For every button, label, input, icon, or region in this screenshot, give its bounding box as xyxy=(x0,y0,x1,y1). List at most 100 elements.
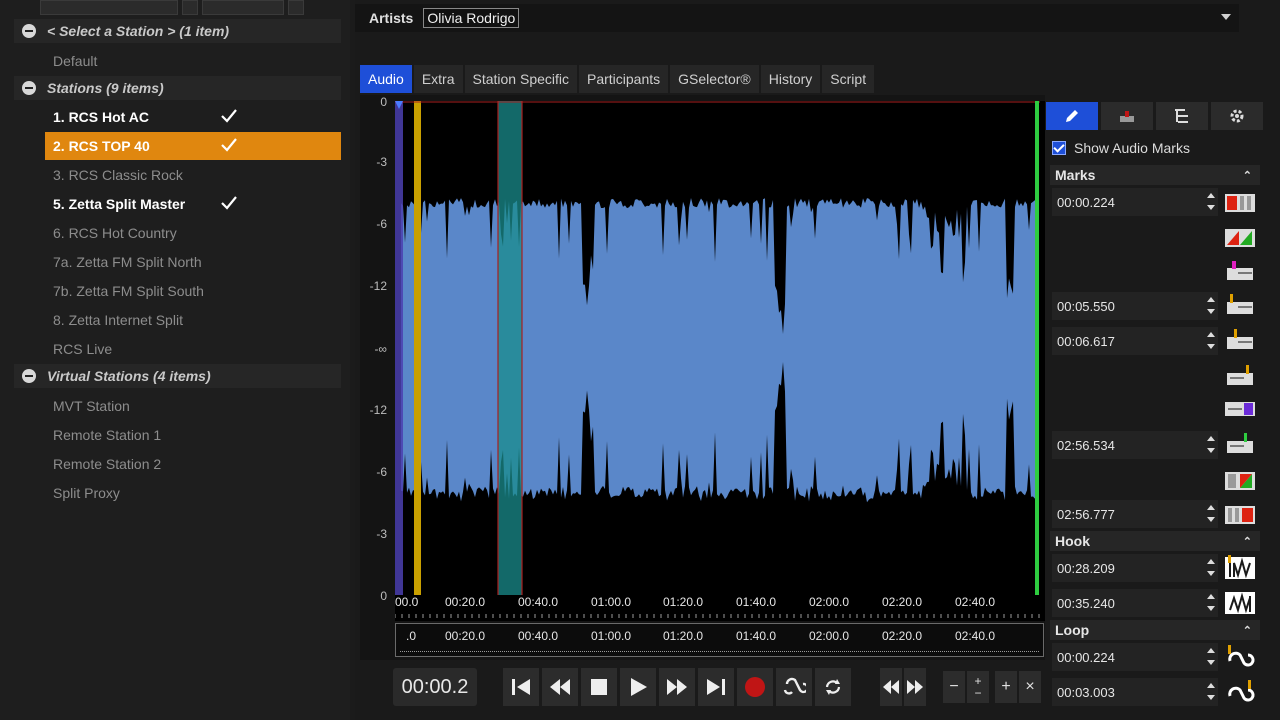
play-button[interactable] xyxy=(620,668,656,706)
artists-field[interactable]: Olivia Rodrigo xyxy=(423,8,520,28)
tab-settings[interactable] xyxy=(1211,102,1263,130)
virtual-station-item[interactable]: Remote Station 2 xyxy=(45,450,341,478)
collapse-up-icon[interactable]: ⌃ xyxy=(1243,535,1252,548)
tab-edit[interactable] xyxy=(1046,102,1098,130)
mark-talk-icon[interactable] xyxy=(1224,294,1256,316)
hook-time-field[interactable]: 00:28.209 xyxy=(1052,554,1218,582)
loop-time-field[interactable]: 00:00.224 xyxy=(1052,643,1218,671)
zoom-in-button[interactable]: + xyxy=(995,671,1017,703)
loop-start-icon[interactable] xyxy=(1224,645,1256,671)
zoom-step-button[interactable]: + − xyxy=(967,671,989,703)
rewind-button[interactable] xyxy=(542,668,578,706)
station-item[interactable]: 6. RCS Hot Country xyxy=(45,219,341,247)
spinner-icon[interactable] xyxy=(1206,557,1216,579)
filter-dropdown-1[interactable] xyxy=(40,0,178,15)
show-audio-marks-toggle[interactable]: Show Audio Marks xyxy=(1052,140,1190,156)
station-item[interactable]: 1. RCS Hot AC xyxy=(45,103,341,131)
end-marker[interactable] xyxy=(1035,101,1039,595)
hook-end-icon[interactable] xyxy=(1224,590,1256,616)
hook-start-icon[interactable] xyxy=(1224,555,1256,581)
mark-end-segue-icon[interactable] xyxy=(1224,470,1256,492)
virtual-station-item[interactable]: Remote Station 1 xyxy=(45,421,341,449)
refresh-button[interactable] xyxy=(815,668,851,706)
station-item-selected[interactable]: 2. RCS TOP 40 xyxy=(45,132,341,160)
station-item[interactable]: 3. RCS Classic Rock xyxy=(45,161,341,189)
group-select-station[interactable]: < Select a Station > (1 item) xyxy=(14,19,341,43)
loop-section-header[interactable]: Loop ⌃ xyxy=(1050,620,1260,640)
tab-extra[interactable]: Extra xyxy=(413,65,463,93)
record-button[interactable] xyxy=(737,668,773,706)
tab-station-specific[interactable]: Station Specific xyxy=(464,65,577,93)
spinner-icon[interactable] xyxy=(1206,434,1216,456)
spinner-icon[interactable] xyxy=(1206,681,1216,703)
collapse-up-icon[interactable]: ⌃ xyxy=(1243,624,1252,637)
mark-end-icon[interactable] xyxy=(1224,504,1256,526)
checkbox[interactable] xyxy=(1052,141,1066,155)
station-item[interactable]: 8. Zetta Internet Split xyxy=(45,306,341,334)
clear-button[interactable]: × xyxy=(1019,671,1041,703)
virtual-station-item[interactable]: Split Proxy xyxy=(45,479,341,507)
spinner-icon[interactable] xyxy=(1206,592,1216,614)
loop-time-field[interactable]: 00:03.003 xyxy=(1052,678,1218,706)
waveform-canvas[interactable] xyxy=(395,101,1045,621)
stop-button[interactable] xyxy=(581,668,617,706)
spinner-icon[interactable] xyxy=(1206,295,1216,317)
spinner-icon[interactable] xyxy=(1206,330,1216,352)
skip-to-end-button[interactable] xyxy=(698,668,734,706)
filter-pin-icon-2[interactable] xyxy=(288,0,304,15)
check-icon xyxy=(221,109,237,123)
tab-tree[interactable] xyxy=(1156,102,1208,130)
virtual-station-item[interactable]: MVT Station xyxy=(45,392,341,420)
mark-time-field[interactable]: 00:05.550 xyxy=(1052,292,1218,320)
mark-time-field[interactable]: 00:06.617 xyxy=(1052,327,1218,355)
tab-gselector[interactable]: GSelector® xyxy=(670,65,759,93)
skip-to-start-button[interactable] xyxy=(503,668,539,706)
shuttle-back-button[interactable] xyxy=(880,668,902,706)
mark-time-field[interactable]: 02:56.777 xyxy=(1052,500,1218,528)
tab-participants[interactable]: Participants xyxy=(579,65,669,93)
mark-intro-icon[interactable] xyxy=(1224,260,1256,282)
chevron-down-icon[interactable] xyxy=(1221,14,1231,20)
fast-forward-button[interactable] xyxy=(659,668,695,706)
mark-segue-icon[interactable] xyxy=(1224,227,1256,249)
tab-script[interactable]: Script xyxy=(822,65,875,93)
tab-record-marks[interactable] xyxy=(1101,102,1153,130)
mark-next-icon[interactable] xyxy=(1224,433,1256,455)
mark-time-field[interactable]: 02:56.534 xyxy=(1052,431,1218,459)
loop-button[interactable] xyxy=(776,668,812,706)
spinner-icon[interactable] xyxy=(1206,191,1216,213)
filter-pin-icon[interactable] xyxy=(182,0,198,15)
spinner-icon[interactable] xyxy=(1206,646,1216,668)
hook-time-field[interactable]: 00:35.240 xyxy=(1052,589,1218,617)
shuttle-forward-button[interactable] xyxy=(904,668,926,706)
collapse-icon[interactable] xyxy=(22,24,36,38)
loop-end-icon[interactable] xyxy=(1224,680,1256,706)
mark-outro-icon[interactable] xyxy=(1224,365,1256,387)
loop-marker[interactable] xyxy=(414,101,421,595)
marks-section-header[interactable]: Marks ⌃ xyxy=(1050,165,1260,185)
collapse-icon[interactable] xyxy=(22,369,36,383)
station-item[interactable]: 7b. Zetta FM Split South xyxy=(45,277,341,305)
tab-history[interactable]: History xyxy=(760,65,821,93)
hook-region[interactable] xyxy=(498,101,522,595)
mark-start-icon[interactable] xyxy=(1224,192,1256,214)
hook-section-header[interactable]: Hook ⌃ xyxy=(1050,531,1260,551)
zoom-out-button[interactable]: − xyxy=(943,671,965,703)
group-stations[interactable]: Stations (9 items) xyxy=(14,76,341,100)
mark-time-field[interactable]: 00:00.224 xyxy=(1052,188,1218,216)
loop-icon xyxy=(783,677,806,695)
spinner-icon[interactable] xyxy=(1206,503,1216,525)
filter-dropdown-2[interactable] xyxy=(202,0,284,15)
tab-audio[interactable]: Audio xyxy=(360,65,412,93)
station-item[interactable]: RCS Live xyxy=(45,335,341,363)
group-virtual-stations[interactable]: Virtual Stations (4 items) xyxy=(14,364,341,388)
collapse-up-icon[interactable]: ⌃ xyxy=(1243,169,1252,182)
station-default[interactable]: Default xyxy=(45,47,341,75)
mark-fade-icon[interactable] xyxy=(1224,398,1256,420)
mark-post-icon[interactable] xyxy=(1224,329,1256,351)
station-item[interactable]: 7a. Zetta FM Split North xyxy=(45,248,341,276)
time-tick-label: 02:40.0 xyxy=(955,595,996,609)
overview-timeline[interactable]: .0 00:20.0 00:40.0 01:00.0 01:20.0 01:40… xyxy=(395,623,1044,657)
collapse-icon[interactable] xyxy=(22,81,36,95)
station-item[interactable]: 5. Zetta Split Master xyxy=(45,190,341,218)
